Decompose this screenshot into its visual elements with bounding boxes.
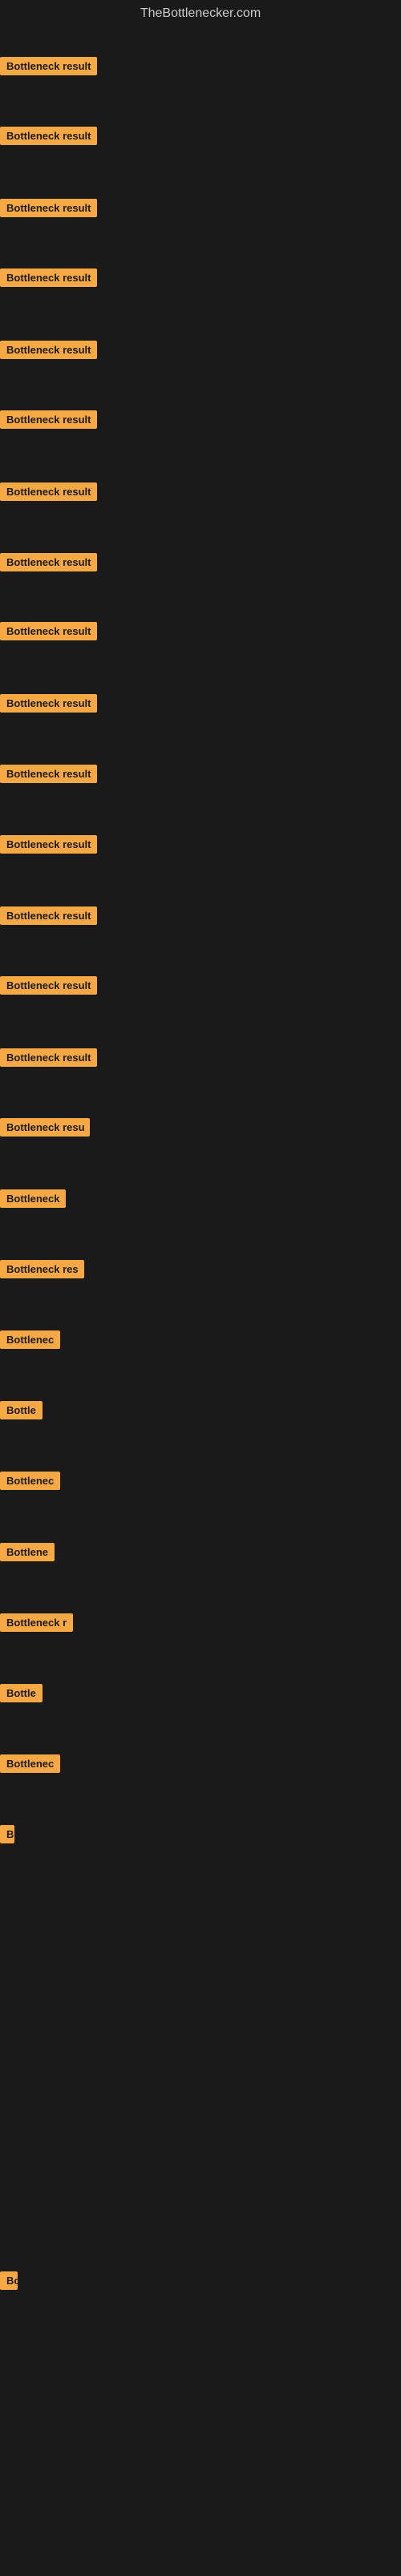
- bottleneck-item-23[interactable]: Bottleneck r: [0, 1613, 73, 1636]
- bottleneck-item-24[interactable]: Bottle: [0, 1684, 43, 1706]
- bottleneck-item-17[interactable]: Bottleneck: [0, 1189, 66, 1212]
- bottleneck-badge-9: Bottleneck result: [0, 622, 97, 640]
- bottleneck-badge-5: Bottleneck result: [0, 341, 97, 359]
- bottleneck-item-11[interactable]: Bottleneck result: [0, 765, 97, 787]
- bottleneck-item-25[interactable]: Bottlenec: [0, 1754, 60, 1777]
- bottleneck-badge-27: Bo: [0, 2271, 18, 2290]
- bottleneck-item-14[interactable]: Bottleneck result: [0, 976, 97, 999]
- bottleneck-badge-1: Bottleneck result: [0, 57, 97, 75]
- bottleneck-item-26[interactable]: B: [0, 1825, 14, 1847]
- bottleneck-badge-15: Bottleneck result: [0, 1048, 97, 1067]
- bottleneck-badge-17: Bottleneck: [0, 1189, 66, 1208]
- bottleneck-item-12[interactable]: Bottleneck result: [0, 835, 97, 858]
- bottleneck-badge-26: B: [0, 1825, 14, 1843]
- bottleneck-badge-13: Bottleneck result: [0, 906, 97, 925]
- bottleneck-item-16[interactable]: Bottleneck resu: [0, 1118, 90, 1141]
- bottleneck-item-22[interactable]: Bottlene: [0, 1543, 55, 1565]
- bottleneck-item-20[interactable]: Bottle: [0, 1401, 43, 1423]
- bottleneck-item-27[interactable]: Bo: [0, 2271, 18, 2294]
- bottleneck-badge-8: Bottleneck result: [0, 553, 97, 571]
- bottleneck-item-15[interactable]: Bottleneck result: [0, 1048, 97, 1071]
- bottleneck-item-7[interactable]: Bottleneck result: [0, 482, 97, 505]
- bottleneck-badge-22: Bottlene: [0, 1543, 55, 1561]
- bottleneck-badge-2: Bottleneck result: [0, 127, 97, 145]
- bottleneck-badge-4: Bottleneck result: [0, 269, 97, 287]
- bottleneck-badge-6: Bottleneck result: [0, 410, 97, 429]
- bottleneck-item-2[interactable]: Bottleneck result: [0, 127, 97, 149]
- bottleneck-badge-12: Bottleneck result: [0, 835, 97, 854]
- site-title: TheBottlenecker.com: [0, 0, 401, 27]
- bottleneck-badge-3: Bottleneck result: [0, 199, 97, 217]
- bottleneck-item-10[interactable]: Bottleneck result: [0, 694, 97, 717]
- bottleneck-badge-25: Bottlenec: [0, 1754, 60, 1773]
- bottleneck-badge-18: Bottleneck res: [0, 1260, 84, 1278]
- bottleneck-item-4[interactable]: Bottleneck result: [0, 269, 97, 291]
- bottleneck-badge-14: Bottleneck result: [0, 976, 97, 995]
- bottleneck-badge-20: Bottle: [0, 1401, 43, 1419]
- bottleneck-badge-19: Bottlenec: [0, 1330, 60, 1349]
- bottleneck-badge-24: Bottle: [0, 1684, 43, 1702]
- bottleneck-item-18[interactable]: Bottleneck res: [0, 1260, 84, 1282]
- bottleneck-badge-7: Bottleneck result: [0, 482, 97, 501]
- bottleneck-item-8[interactable]: Bottleneck result: [0, 553, 97, 575]
- bottleneck-item-3[interactable]: Bottleneck result: [0, 199, 97, 221]
- bottleneck-badge-21: Bottlenec: [0, 1472, 60, 1490]
- bottleneck-badge-10: Bottleneck result: [0, 694, 97, 713]
- bottleneck-item-9[interactable]: Bottleneck result: [0, 622, 97, 644]
- bottleneck-item-13[interactable]: Bottleneck result: [0, 906, 97, 929]
- bottleneck-badge-23: Bottleneck r: [0, 1613, 73, 1632]
- bottleneck-badge-16: Bottleneck resu: [0, 1118, 90, 1137]
- bottleneck-item-19[interactable]: Bottlenec: [0, 1330, 60, 1353]
- bottleneck-item-21[interactable]: Bottlenec: [0, 1472, 60, 1494]
- bottleneck-item-1[interactable]: Bottleneck result: [0, 57, 97, 79]
- bottleneck-badge-11: Bottleneck result: [0, 765, 97, 783]
- bottleneck-item-5[interactable]: Bottleneck result: [0, 341, 97, 363]
- bottleneck-item-6[interactable]: Bottleneck result: [0, 410, 97, 433]
